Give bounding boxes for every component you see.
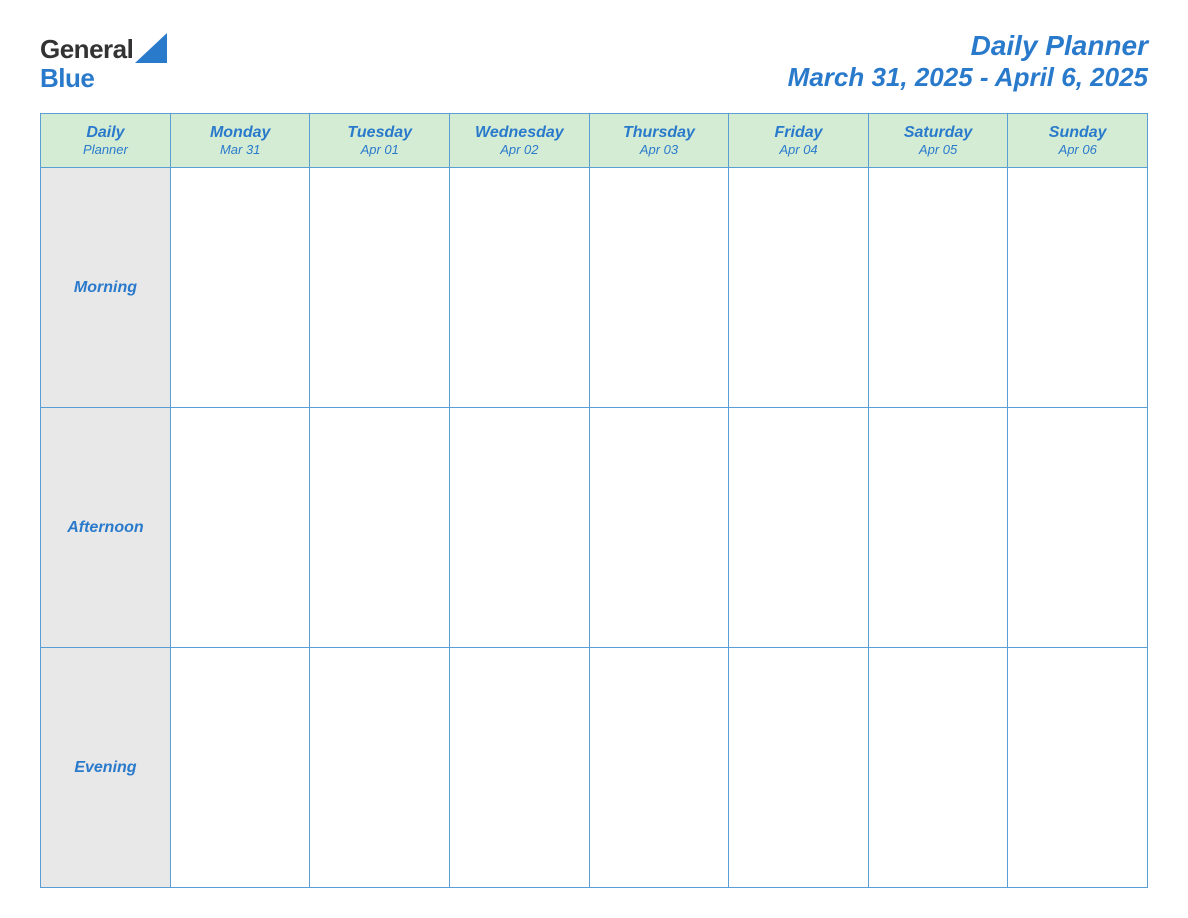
morning-saturday-cell[interactable] — [868, 168, 1008, 408]
logo: General Blue — [40, 33, 167, 91]
thursday-date: Apr 03 — [595, 142, 724, 157]
morning-sunday-cell[interactable] — [1008, 168, 1148, 408]
afternoon-saturday-cell[interactable] — [868, 408, 1008, 648]
logo-triangle-icon — [135, 33, 167, 63]
table-header-row: Daily Planner Monday Mar 31 Tuesday Apr … — [41, 114, 1148, 168]
afternoon-friday-cell[interactable] — [729, 408, 869, 648]
afternoon-label: Afternoon — [41, 408, 171, 648]
header-col-line2: Planner — [46, 142, 165, 157]
morning-friday-cell[interactable] — [729, 168, 869, 408]
evening-tuesday-cell[interactable] — [310, 648, 450, 888]
evening-sunday-cell[interactable] — [1008, 648, 1148, 888]
morning-thursday-cell[interactable] — [589, 168, 729, 408]
planner-title: Daily Planner — [788, 30, 1148, 62]
saturday-name: Saturday — [874, 124, 1003, 142]
evening-wednesday-cell[interactable] — [450, 648, 590, 888]
header-thursday: Thursday Apr 03 — [589, 114, 729, 168]
tuesday-date: Apr 01 — [315, 142, 444, 157]
header: General Blue Daily Planner March 31, 202… — [40, 30, 1148, 93]
morning-row: Morning — [41, 168, 1148, 408]
logo-general-text: General — [40, 36, 133, 62]
tuesday-name: Tuesday — [315, 124, 444, 142]
title-block: Daily Planner March 31, 2025 - April 6, … — [788, 30, 1148, 93]
sunday-name: Sunday — [1013, 124, 1142, 142]
morning-monday-cell[interactable] — [170, 168, 310, 408]
monday-name: Monday — [176, 124, 305, 142]
afternoon-wednesday-cell[interactable] — [450, 408, 590, 648]
header-daily-planner: Daily Planner — [41, 114, 171, 168]
afternoon-row: Afternoon — [41, 408, 1148, 648]
morning-wednesday-cell[interactable] — [450, 168, 590, 408]
morning-label: Morning — [41, 168, 171, 408]
header-col-line1: Daily — [46, 124, 165, 142]
evening-friday-cell[interactable] — [729, 648, 869, 888]
header-wednesday: Wednesday Apr 02 — [450, 114, 590, 168]
header-friday: Friday Apr 04 — [729, 114, 869, 168]
logo-row: General — [40, 33, 167, 65]
wednesday-date: Apr 02 — [455, 142, 584, 157]
evening-thursday-cell[interactable] — [589, 648, 729, 888]
header-sunday: Sunday Apr 06 — [1008, 114, 1148, 168]
planner-table: Daily Planner Monday Mar 31 Tuesday Apr … — [40, 113, 1148, 888]
thursday-name: Thursday — [595, 124, 724, 142]
afternoon-monday-cell[interactable] — [170, 408, 310, 648]
afternoon-tuesday-cell[interactable] — [310, 408, 450, 648]
friday-name: Friday — [734, 124, 863, 142]
saturday-date: Apr 05 — [874, 142, 1003, 157]
friday-date: Apr 04 — [734, 142, 863, 157]
afternoon-sunday-cell[interactable] — [1008, 408, 1148, 648]
evening-saturday-cell[interactable] — [868, 648, 1008, 888]
evening-monday-cell[interactable] — [170, 648, 310, 888]
header-tuesday: Tuesday Apr 01 — [310, 114, 450, 168]
evening-label: Evening — [41, 648, 171, 888]
wednesday-name: Wednesday — [455, 124, 584, 142]
logo-text: General Blue — [40, 33, 167, 91]
evening-row: Evening — [41, 648, 1148, 888]
header-monday: Monday Mar 31 — [170, 114, 310, 168]
afternoon-thursday-cell[interactable] — [589, 408, 729, 648]
monday-date: Mar 31 — [176, 142, 305, 157]
logo-blue-text: Blue — [40, 65, 94, 91]
page: General Blue Daily Planner March 31, 202… — [0, 0, 1188, 918]
morning-tuesday-cell[interactable] — [310, 168, 450, 408]
header-saturday: Saturday Apr 05 — [868, 114, 1008, 168]
planner-date-range: March 31, 2025 - April 6, 2025 — [788, 62, 1148, 93]
sunday-date: Apr 06 — [1013, 142, 1142, 157]
